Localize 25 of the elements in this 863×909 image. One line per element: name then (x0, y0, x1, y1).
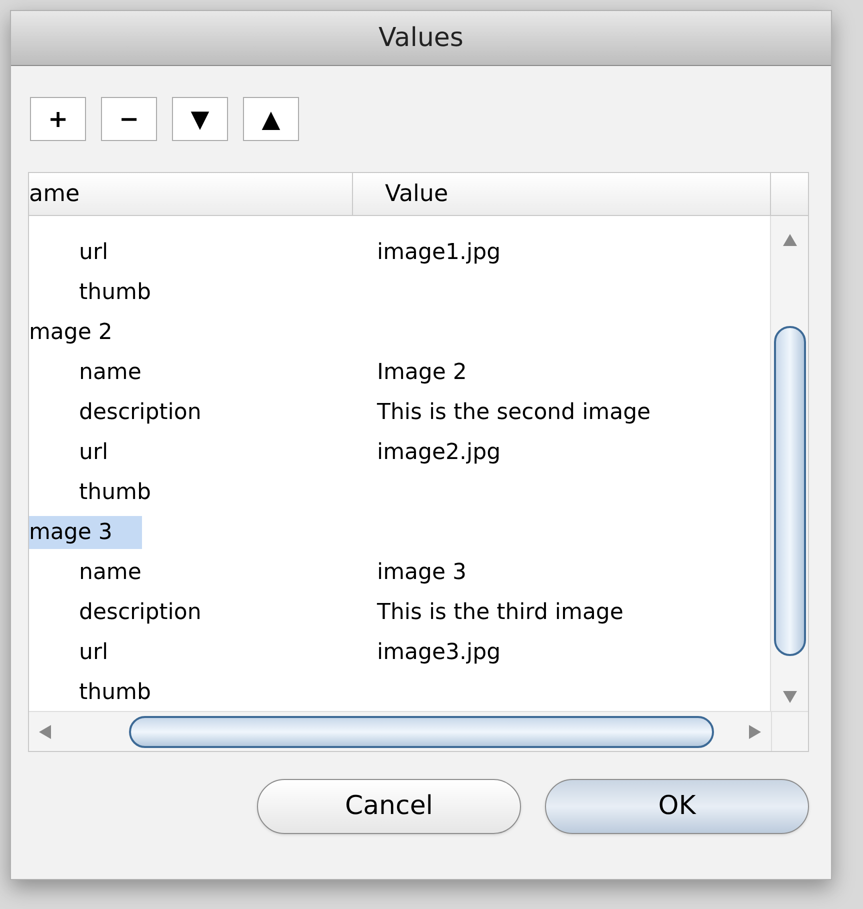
toolbar-button[interactable]: ▼ (172, 97, 228, 141)
tree-item[interactable]: mage 3 (29, 516, 142, 548)
value-cell-text: image3.jpg (376, 638, 501, 666)
value-cell-text: image 3 (376, 558, 467, 586)
column-header[interactable]: ame (29, 173, 353, 215)
value-cell-text: This is the second image (376, 398, 651, 426)
window-title: Values (11, 11, 831, 66)
toolbar-button[interactable]: − (101, 97, 157, 141)
horizontal-scrollbar[interactable] (29, 712, 771, 751)
value-cell-text: image2.jpg (376, 438, 501, 466)
value-cell-text: image1.jpg (376, 238, 501, 266)
vertical-scrollbar[interactable] (770, 216, 808, 711)
scroll-thumb[interactable] (129, 716, 714, 748)
scroll-thumb[interactable] (774, 326, 806, 656)
dialog-button[interactable]: Cancel (257, 779, 521, 834)
toolbar-button[interactable]: + (30, 97, 86, 141)
value-cell-text: Image 2 (376, 358, 467, 386)
value-cell-text: This is the third image (376, 598, 624, 626)
down-arrow-icon[interactable] (782, 691, 797, 703)
up-arrow-icon[interactable] (782, 234, 797, 246)
right-arrow-icon[interactable] (749, 724, 761, 738)
toolbar-button[interactable]: ▲ (243, 97, 299, 141)
dialog-button[interactable]: OK (545, 779, 809, 834)
left-arrow-icon[interactable] (39, 724, 51, 738)
column-header[interactable]: Value (353, 173, 771, 215)
